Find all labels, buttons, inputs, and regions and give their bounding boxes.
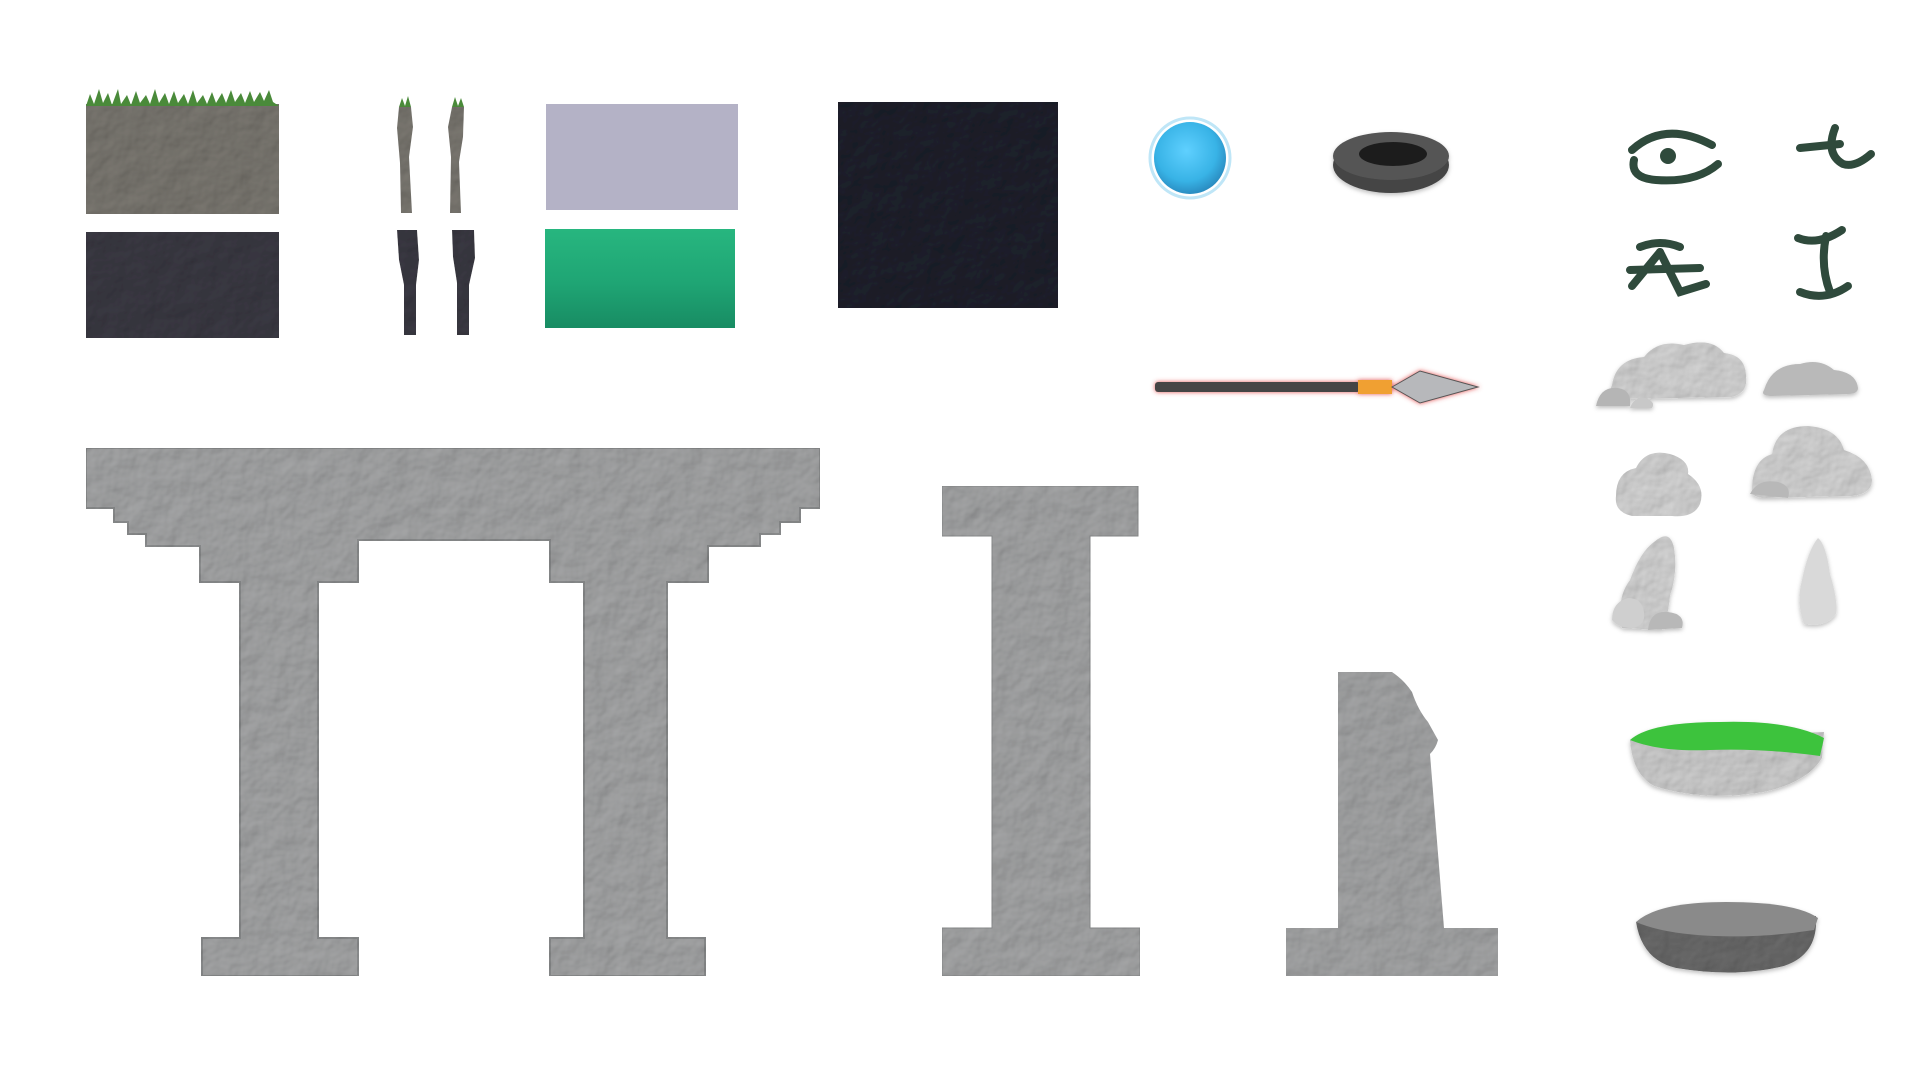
grass-topped-earth-tile [86, 89, 279, 214]
slate-swatch [838, 102, 1058, 308]
rock-mound [1750, 426, 1872, 498]
sprite-sheet [0, 0, 1920, 1080]
stone-well-ring [1333, 132, 1449, 193]
eye-rune [1628, 129, 1722, 185]
stone-i-column [941, 485, 1141, 977]
pillar-rune [1794, 226, 1852, 300]
narrow-earth-column-pair-light [397, 96, 464, 213]
water-orb [1148, 116, 1232, 200]
sprite-sheet-canvas [85, 89, 1875, 977]
dark-earth-tile [86, 232, 279, 338]
stone-gate-double-arch [85, 447, 821, 977]
rock-spire-cluster [1612, 536, 1683, 630]
rock-flat [1763, 362, 1858, 396]
mossy-floating-platform [1630, 721, 1824, 796]
spear [1155, 370, 1480, 404]
jade-swatch [545, 229, 735, 328]
rock-round [1615, 452, 1702, 517]
broken-stone-column [1286, 672, 1498, 976]
gray-stone-basin [1636, 902, 1818, 973]
figure-rune [1626, 239, 1710, 297]
rock-spire [1799, 538, 1837, 625]
hook-rune [1796, 124, 1875, 169]
rock-cluster-large [1596, 342, 1747, 408]
narrow-earth-column-pair-dark [397, 230, 475, 335]
lavender-swatch [546, 104, 738, 210]
